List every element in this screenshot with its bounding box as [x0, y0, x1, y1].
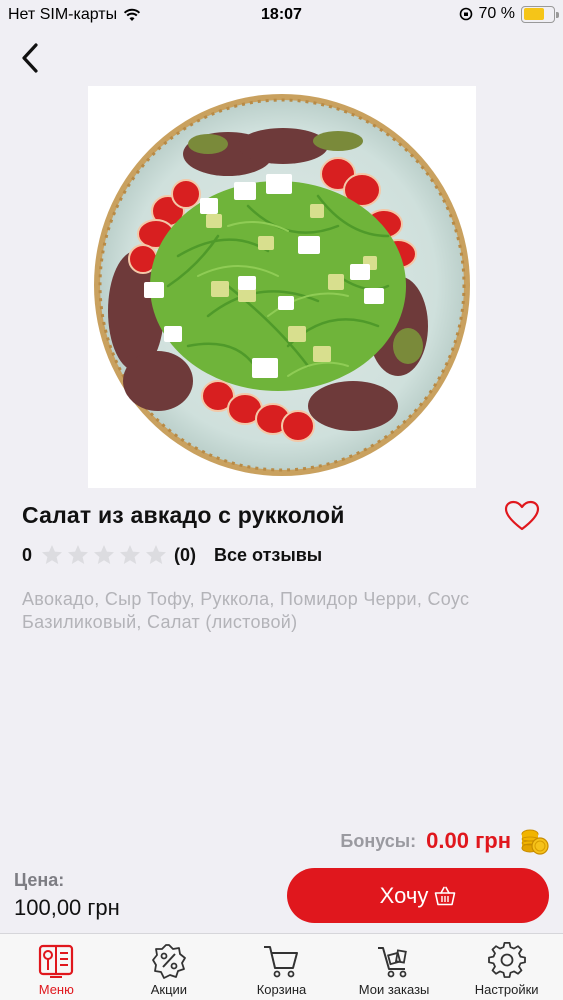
rating-row: 0 (0) Все отзывы	[22, 543, 322, 567]
basket-icon	[435, 886, 456, 905]
price-label: Цена:	[14, 870, 65, 890]
heart-icon	[504, 500, 540, 531]
star-icon	[42, 545, 63, 564]
tab-settings-label: Настройки	[474, 982, 539, 997]
salad-plate-image	[94, 94, 470, 476]
gear-icon	[487, 942, 526, 978]
tab-promotions[interactable]: Акции	[113, 934, 226, 1000]
bonus-value: 0.00 грн	[426, 828, 511, 853]
tab-menu[interactable]: Меню	[0, 934, 113, 1000]
tab-my-orders-label: Мои заказы	[358, 982, 430, 997]
tab-my-orders[interactable]: Мои заказы	[338, 934, 451, 1000]
star-icon	[120, 545, 141, 564]
product-title: Салат из авкадо с рукколой	[22, 502, 345, 528]
battery-icon	[521, 5, 559, 23]
chevron-left-icon	[22, 43, 38, 73]
star-icon	[68, 545, 89, 564]
cart-icon	[264, 946, 299, 978]
orientation-lock-icon	[459, 7, 472, 21]
back-button[interactable]	[14, 40, 46, 76]
star-icon	[146, 545, 167, 564]
tab-promotions-label: Акции	[150, 982, 188, 997]
rating-value: 0	[22, 544, 33, 565]
favorite-button[interactable]	[504, 500, 540, 532]
tab-cart[interactable]: Корзина	[225, 934, 338, 1000]
tab-menu-label: Меню	[38, 982, 74, 997]
coins-icon	[521, 829, 549, 855]
add-to-cart-button[interactable]: Хочу	[287, 868, 549, 923]
star-rating	[40, 543, 168, 567]
battery-level	[523, 8, 544, 20]
price-value: 100,00 грн	[14, 895, 120, 920]
review-count: (0)	[174, 544, 197, 565]
all-reviews-link[interactable]: Все отзывы	[214, 545, 322, 566]
tab-cart-label: Корзина	[256, 982, 307, 997]
bonus-label: Бонусы:	[340, 830, 417, 851]
bonus-row: Бонусы: 0.00 грн	[340, 826, 549, 856]
add-to-cart-label: Хочу	[379, 882, 429, 908]
status-right: 70 %	[459, 5, 559, 23]
menu-book-icon	[39, 944, 74, 978]
orders-cart-icon	[378, 947, 407, 978]
product-image	[88, 86, 476, 488]
discount-badge-icon	[151, 944, 186, 979]
tab-settings[interactable]: Настройки	[450, 934, 563, 1000]
star-icon	[94, 545, 115, 564]
status-bar: Нет SIM-карты 18:07 70 %	[0, 0, 563, 30]
tab-bar: Меню Акции Корзина Мои заказы Настройки	[0, 933, 563, 1000]
ingredients-text: Авокадо, Сыр Тофу, Руккола, Помидор Черр…	[22, 589, 470, 632]
battery-percent: 70 %	[478, 5, 515, 22]
